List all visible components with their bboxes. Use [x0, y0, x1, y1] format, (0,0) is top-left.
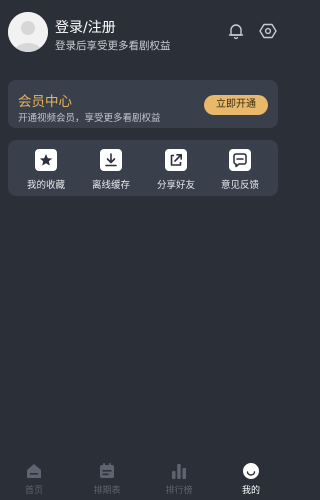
default-avatar-icon — [8, 12, 48, 52]
favorites-item[interactable]: 我的收藏 — [16, 149, 76, 191]
vip-title: 会员中心 — [18, 94, 72, 110]
download-icon — [100, 149, 122, 171]
share-icon — [165, 149, 187, 171]
bottom-tab-bar: 首页 排期表 排行榜 我的 — [0, 458, 285, 500]
tab-mine-label: 我的 — [241, 486, 260, 496]
open-vip-button[interactable]: 立即开通 — [204, 95, 268, 115]
star-icon — [35, 149, 57, 171]
tab-mine[interactable]: 我的 — [226, 462, 276, 500]
function-grid: 我的收藏 离线缓存 分享好友 意见反馈 — [8, 140, 278, 196]
tab-home-label: 首页 — [24, 486, 43, 496]
favorites-label: 我的收藏 — [26, 180, 65, 191]
tab-ranking-label: 排行榜 — [165, 486, 193, 496]
vip-subtitle: 开通视频会员，享受更多看剧权益 — [18, 113, 161, 124]
notification-bell-icon[interactable] — [227, 22, 245, 40]
offline-cache-item[interactable]: 离线缓存 — [81, 149, 141, 191]
profile-header: 登录/注册 登录后享受更多看剧权益 — [0, 0, 285, 66]
login-register-link[interactable]: 登录/注册 — [55, 17, 116, 37]
tab-schedule-label: 排期表 — [93, 486, 121, 496]
settings-icon[interactable] — [259, 22, 277, 40]
tab-home[interactable]: 首页 — [9, 462, 59, 500]
vip-center-card[interactable]: 会员中心 开通视频会员，享受更多看剧权益 立即开通 — [8, 80, 278, 128]
profile-icon — [243, 463, 259, 479]
home-icon — [27, 464, 41, 478]
login-subtitle: 登录后享受更多看剧权益 — [55, 40, 171, 52]
tab-schedule[interactable]: 排期表 — [82, 462, 132, 500]
calendar-icon — [100, 463, 114, 478]
feedback-item[interactable]: 意见反馈 — [210, 149, 270, 191]
avatar[interactable] — [8, 12, 48, 52]
tab-ranking[interactable]: 排行榜 — [154, 462, 204, 500]
share-friends-label: 分享好友 — [156, 180, 195, 191]
share-friends-item[interactable]: 分享好友 — [146, 149, 206, 191]
feedback-label: 意见反馈 — [220, 180, 259, 191]
ranking-icon — [172, 464, 186, 479]
offline-cache-label: 离线缓存 — [91, 180, 130, 191]
feedback-icon — [229, 149, 251, 171]
